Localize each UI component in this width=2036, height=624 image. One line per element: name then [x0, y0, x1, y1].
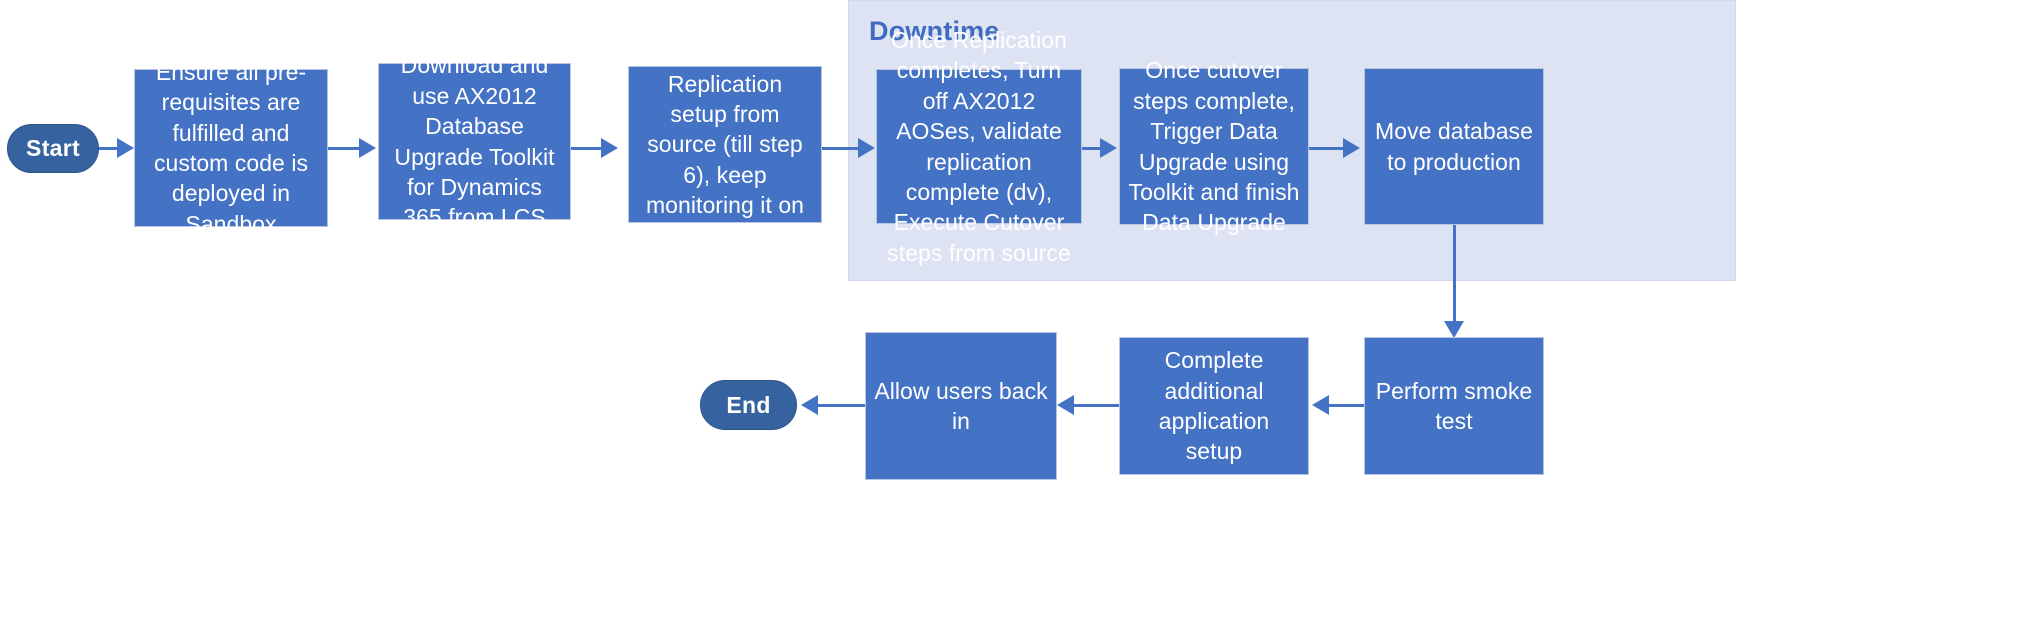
- arrowhead-step4-to-step5: [1100, 138, 1117, 158]
- arrowhead-step2-to-step3: [601, 138, 618, 158]
- connector-step1-to-step2: [328, 147, 361, 150]
- node-step2-label: Download and use AX2012 Database Upgrade…: [394, 52, 555, 231]
- arrowhead-step3-to-step4: [858, 138, 875, 158]
- arrowhead-step8-to-step9: [1057, 395, 1074, 415]
- node-step8[interactable]: Complete additional application setup: [1119, 337, 1309, 475]
- node-step8-label: Complete additional application setup: [1158, 347, 1270, 465]
- node-step3[interactable]: Execute Replication setup from source (t…: [628, 40, 822, 248]
- node-step1-label: Ensure all pre-requisites are fulfilled …: [153, 58, 309, 237]
- connector-step8-to-step9: [1074, 404, 1119, 407]
- node-step4[interactable]: Once Replication completes, Turn off AX2…: [876, 27, 1082, 266]
- connector-step7-to-step8: [1329, 404, 1364, 407]
- node-step3-label: Execute Replication setup from source (t…: [645, 40, 805, 249]
- arrowhead-step6-to-step7: [1444, 321, 1464, 338]
- connector-start-to-step1: [99, 147, 119, 150]
- arrowhead-step7-to-step8: [1312, 395, 1329, 415]
- connector-step9-to-end: [818, 404, 865, 407]
- arrowhead-step9-to-end: [801, 395, 818, 415]
- arrowhead-step5-to-step6: [1343, 138, 1360, 158]
- node-step2[interactable]: Download and use AX2012 Database Upgrade…: [378, 52, 571, 230]
- node-step1[interactable]: Ensure all pre-requisites are fulfilled …: [134, 59, 328, 237]
- node-step5-label: Once cutover steps complete, Trigger Dat…: [1128, 57, 1300, 236]
- arrowhead-start-to-step1: [117, 138, 134, 158]
- start-terminator[interactable]: Start: [7, 124, 99, 173]
- node-step4-label: Once Replication completes, Turn off AX2…: [887, 27, 1071, 266]
- node-step6-label: Move database to production: [1375, 118, 1533, 175]
- connector-step2-to-step3: [571, 147, 603, 150]
- end-terminator[interactable]: End: [700, 380, 797, 430]
- connector-step4-to-step5: [1082, 147, 1102, 150]
- flowchart-canvas: Downtime Start Ensure all pre-requisites…: [0, 0, 2036, 624]
- end-terminator-label: End: [726, 391, 771, 418]
- start-terminator-label: Start: [26, 135, 80, 161]
- arrowhead-step1-to-step2: [359, 138, 376, 158]
- node-step7-label: Perform smoke test: [1375, 377, 1533, 434]
- node-step9[interactable]: Allow users back in: [865, 332, 1057, 480]
- node-step9-label: Allow users back in: [874, 377, 1048, 434]
- node-step7[interactable]: Perform smoke test: [1364, 337, 1544, 475]
- connector-step6-to-step7: [1453, 225, 1456, 325]
- node-step5[interactable]: Once cutover steps complete, Trigger Dat…: [1119, 57, 1309, 235]
- connector-step5-to-step6: [1309, 147, 1345, 150]
- node-step6[interactable]: Move database to production: [1364, 68, 1544, 225]
- connector-step3-to-step4: [822, 147, 861, 150]
